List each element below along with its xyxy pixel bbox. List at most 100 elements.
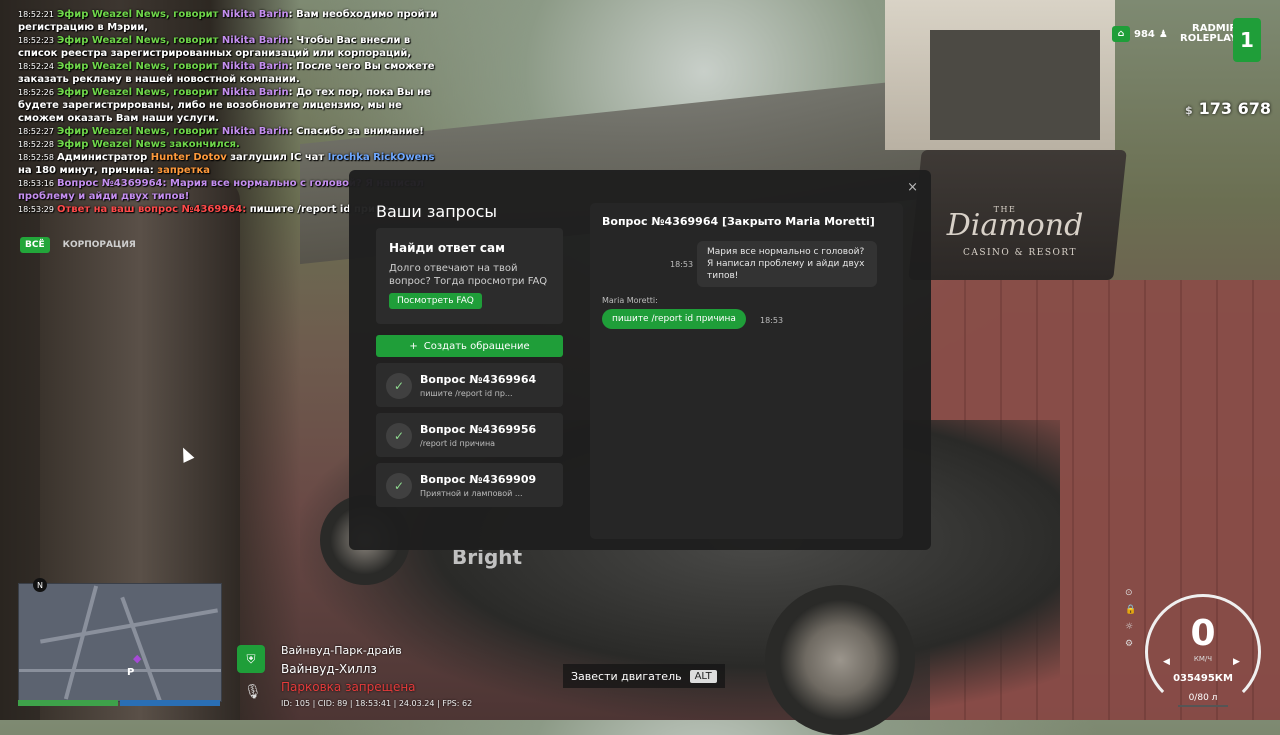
chat-text: Nikita Barin [221, 61, 289, 72]
casino-sign-subtitle: CASINO & RESORT [962, 248, 1078, 258]
chat-timestamp: 18:52:58 [18, 153, 54, 162]
building-shadow [930, 30, 1100, 140]
chat-tabs: ВСЁ КОРПОРАЦИЯ [20, 237, 141, 253]
speed-value: 0 [1190, 613, 1216, 654]
players-icon: ⌂ [1112, 26, 1130, 42]
check-icon: ✓ [386, 423, 412, 449]
chat-text: Nikita Barin [221, 126, 289, 137]
chat-tab-corporation[interactable]: КОРПОРАЦИЯ [58, 237, 141, 253]
chat-timestamp: 18:52:28 [18, 140, 54, 149]
server-number: 1 [1240, 28, 1254, 52]
location-district: Вайнвуд-Хиллз [281, 662, 377, 676]
request-item[interactable]: ✓ Вопрос №4369956 /report id причина [376, 413, 563, 457]
diamond-icon: ◆ [133, 652, 142, 665]
status-bars [18, 700, 220, 706]
modal-title: Ваши запросы [376, 202, 498, 221]
brand-line2: ROLEPLAY [1180, 33, 1238, 44]
message-time: 18:53 [760, 316, 784, 325]
compass-north: N [33, 578, 47, 592]
server-brand: RADMIR ROLEPLAY [1180, 24, 1237, 44]
conversation-title: Вопрос №4369964 [Закрыто Maria Moretti] [602, 215, 875, 228]
request-preview: пишите /report id пр... [420, 389, 513, 398]
engine-hint-label: Завести двигатель [571, 669, 682, 683]
armor-bar [120, 700, 220, 706]
chat-message: 18:52:21 Эфир Weazel News, говорит Nikita… [18, 8, 438, 34]
close-icon[interactable]: × [907, 180, 918, 195]
chat-tab-all[interactable]: ВСЁ [20, 237, 50, 253]
admin-reply-bubble: пишите /report id причина [602, 309, 746, 329]
chat-timestamp: 18:53:16 [18, 179, 54, 188]
health-bar [18, 700, 118, 706]
chat-message: 18:52:23 Эфир Weazel News, говорит Nikita… [18, 34, 438, 60]
people-icon: ♟ [1158, 28, 1168, 40]
chat-timestamp: 18:52:24 [18, 62, 54, 71]
request-title: Вопрос №4369909 [420, 473, 537, 486]
chat-text: запретка [157, 165, 211, 176]
faq-description: Долго отвечают на твой вопрос? Тогда про… [389, 263, 548, 287]
money-amount: 173 678 [1198, 99, 1272, 118]
chat-text: Hunter Dotov [150, 152, 227, 163]
chat-timestamp: 18:52:26 [18, 88, 54, 97]
create-request-label: Создать обращение [423, 340, 530, 352]
location-street: Вайнвуд-Парк-драйв [281, 644, 402, 657]
request-title: Вопрос №4369964 [420, 373, 537, 386]
chat-text: Nikita Barin [221, 9, 289, 20]
chat-text: Эфир Weazel News, говорит [56, 61, 222, 72]
casino-sign-title: Diamond [946, 208, 1084, 243]
conversation-panel: Вопрос №4369964 [Закрыто Maria Moretti] … [590, 203, 903, 539]
request-preview: /report id причина [420, 439, 496, 448]
chat-message: 18:52:27 Эфир Weazel News, говорит Nikita… [18, 125, 438, 138]
odometer: 035495КМ [1173, 673, 1233, 684]
engine-hint: Завести двигатель ALT [563, 664, 725, 688]
car-wheel-front [765, 585, 915, 735]
server-logo-icon: 1 [1233, 18, 1261, 62]
chat-text: Эфир Weazel News, говорит [56, 87, 222, 98]
plus-icon: + [409, 340, 418, 352]
message-time: 18:53 [670, 260, 694, 269]
minimap [18, 583, 222, 702]
chat-text: Эфир Weazel News, говорит [56, 35, 222, 46]
lights-icon: ☼ [1125, 622, 1134, 632]
chat-timestamp: 18:53:29 [18, 205, 54, 214]
microphone-icon: 🎙 [244, 684, 262, 700]
speed-unit: КМ/Ч [1193, 655, 1213, 663]
chat-text: : Спасибо за внимание! [288, 126, 424, 137]
chat-text: Эфир Weazel News, говорит [56, 9, 222, 20]
chat-text: Nikita Barin [221, 87, 289, 98]
requests-modal: × Ваши запросы Найди ответ сам Долго отв… [349, 170, 931, 550]
user-message-bubble: Мария все нормально с головой? Я написал… [697, 241, 877, 287]
chat-message: 18:52:26 Эфир Weazel News, говорит Nikita… [18, 86, 438, 125]
chat-text: Администратор [56, 152, 151, 163]
chat-timestamp: 18:52:27 [18, 127, 54, 136]
session-info: ID: 105 | CID: 89 | 18:53:41 | 24.03.24 … [281, 699, 473, 708]
chat-message: 18:52:24 Эфир Weazel News, говорит Nikita… [18, 60, 438, 86]
request-preview: Приятной и ламповой ... [420, 489, 523, 498]
turn-right-icon: ▶ [1233, 657, 1240, 667]
engine-icon: ⚙ [1125, 639, 1134, 649]
fuel-level: 0/80 л [1188, 693, 1218, 703]
chat-message: 18:52:28 Эфир Weazel News закончился. [18, 138, 438, 151]
currency-icon: $ [1185, 104, 1193, 117]
parking-status: Парковка запрещена [281, 680, 416, 694]
request-item[interactable]: ✓ Вопрос №4369964 пишите /report id пр..… [376, 363, 563, 407]
chat-text: Эфир Weazel News закончился. [56, 139, 240, 150]
chat-text: заглушил IC чат [226, 152, 328, 163]
chat-text: Irochka RickOwens [327, 152, 435, 163]
view-faq-button[interactable]: Посмотреть FAQ [389, 293, 482, 309]
chat-timestamp: 18:52:21 [18, 10, 54, 19]
chat-text: Ответ на ваш вопрос №4369964: [56, 204, 250, 215]
chat-text: Эфир Weazel News, говорит [56, 126, 222, 137]
message-author: Maria Moretti: [602, 296, 658, 305]
seatbelt-icon: ⊙ [1125, 588, 1133, 598]
vehicle-status-icons: ⊙ 🔒 ☼ ⚙ [1125, 585, 1136, 653]
parking-marker: P [127, 667, 135, 678]
chat-timestamp: 18:52:23 [18, 36, 54, 45]
fuel-bar [1178, 705, 1228, 707]
request-title: Вопрос №4369956 [420, 423, 537, 436]
request-item[interactable]: ✓ Вопрос №4369909 Приятной и ламповой ..… [376, 463, 563, 507]
lock-icon: 🔒 [1125, 605, 1137, 615]
shield-icon: ⛨ [237, 645, 265, 673]
create-request-button[interactable]: + Создать обращение [376, 335, 563, 357]
online-count: 984 [1134, 28, 1155, 40]
money-display: $173 678 [1185, 99, 1271, 118]
